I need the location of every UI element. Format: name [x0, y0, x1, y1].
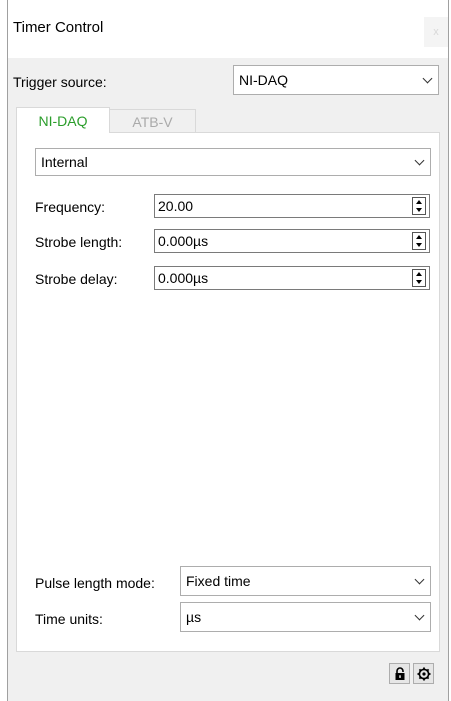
gear-icon: [417, 667, 430, 680]
clock-mode-select[interactable]: Internal: [35, 148, 431, 176]
tab-label: ATB-V: [132, 113, 173, 130]
chevron-down-icon: [408, 567, 430, 595]
time-units-select[interactable]: µs: [180, 602, 431, 632]
strobe-length-spinbox[interactable]: 0.000µs: [154, 229, 430, 253]
frequency-spinbox[interactable]: 20.00: [154, 194, 430, 218]
arrow-down-icon[interactable]: [413, 241, 425, 249]
arrow-up-icon[interactable]: [413, 198, 425, 206]
tab-label: NI-DAQ: [38, 112, 88, 129]
strobe-delay-label: Strobe delay:: [35, 271, 118, 287]
window-title: Timer Control: [13, 19, 104, 36]
settings-button[interactable]: [413, 663, 434, 684]
strobe-delay-spinbox[interactable]: 0.000µs: [154, 266, 430, 290]
close-button[interactable]: x: [424, 17, 448, 47]
trigger-source-select[interactable]: NI-DAQ: [233, 65, 439, 95]
title-bar: Timer Control x: [8, 0, 448, 58]
tab-ni-daq[interactable]: NI-DAQ: [16, 107, 110, 133]
lock-icon: [395, 666, 404, 680]
strobe-delay-value: 0.000µs: [158, 270, 209, 286]
frequency-value: 20.00: [158, 198, 194, 214]
chevron-down-icon: [416, 66, 438, 94]
tab-atb-v[interactable]: ATB-V: [110, 109, 196, 133]
arrow-down-icon[interactable]: [413, 206, 425, 214]
pulse-length-mode-select[interactable]: Fixed time: [180, 566, 431, 596]
strobe-length-label: Strobe length:: [35, 234, 123, 250]
ni-daq-panel: Internal Frequency: 20.00 Strobe length:…: [16, 132, 440, 652]
arrow-down-icon[interactable]: [413, 278, 425, 286]
chevron-down-icon: [408, 149, 430, 175]
arrow-up-icon[interactable]: [413, 270, 425, 278]
trigger-source-label: Trigger source:: [13, 74, 107, 90]
close-icon: x: [433, 26, 439, 38]
chevron-down-icon: [408, 603, 430, 631]
pulse-length-mode-value: Fixed time: [186, 573, 251, 589]
frequency-label: Frequency:: [35, 199, 106, 215]
time-units-value: µs: [186, 609, 202, 625]
pulse-length-mode-label: Pulse length mode:: [35, 575, 155, 591]
time-units-label: Time units:: [35, 611, 103, 627]
timer-control-window: Timer Control x Trigger source: NI-DAQ N…: [7, 0, 449, 701]
trigger-source-value: NI-DAQ: [239, 72, 288, 88]
arrow-up-icon[interactable]: [413, 233, 425, 241]
strobe-delay-stepper[interactable]: [412, 269, 426, 287]
strobe-length-value: 0.000µs: [158, 233, 209, 249]
lock-button[interactable]: [389, 663, 410, 684]
frequency-stepper[interactable]: [412, 197, 426, 215]
strobe-length-stepper[interactable]: [412, 232, 426, 250]
clock-mode-value: Internal: [41, 154, 88, 170]
